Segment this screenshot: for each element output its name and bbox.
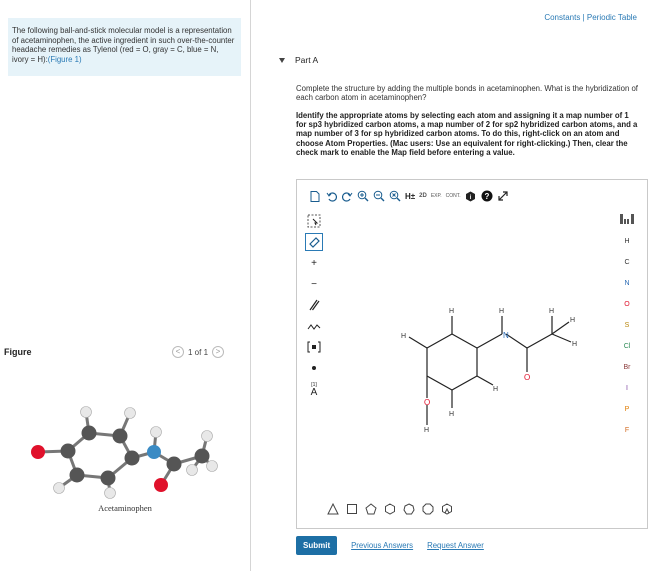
- ball-and-stick-model: [31, 406, 218, 499]
- right-panel: Constants | Periodic Table Part A Comple…: [251, 0, 651, 571]
- zoom-in-icon[interactable]: [357, 190, 369, 202]
- 2d-button[interactable]: 2D: [419, 190, 427, 202]
- next-figure-button[interactable]: >: [212, 346, 225, 358]
- zoom-out-icon[interactable]: [373, 190, 385, 202]
- atom-h-ring-top[interactable]: H: [449, 308, 454, 315]
- part-header[interactable]: Part A: [279, 55, 318, 65]
- template-tool-icon[interactable]: [306, 339, 322, 355]
- figure-caption: Acetaminophen: [98, 503, 152, 513]
- atom-h-methyl-2[interactable]: H: [570, 317, 575, 324]
- cont-button[interactable]: CONT.: [446, 190, 461, 202]
- figure-link[interactable]: (Figure 1): [48, 55, 82, 64]
- info-icon[interactable]: i: [465, 190, 477, 202]
- question-text: Complete the structure by adding the mul…: [296, 84, 638, 102]
- submit-button[interactable]: Submit: [296, 536, 338, 555]
- eraser-tool-icon[interactable]: [305, 233, 323, 251]
- dot-tool-icon[interactable]: [306, 360, 322, 376]
- atom-n[interactable]: N: [503, 331, 509, 340]
- atom-label: A: [310, 387, 318, 398]
- previous-answers-link[interactable]: Previous Answers: [351, 541, 413, 550]
- atom-o-carbonyl[interactable]: O: [524, 373, 530, 382]
- atom-o-hydroxyl[interactable]: O: [424, 398, 430, 407]
- figure-count: 1 of 1: [188, 347, 209, 357]
- zoom-reset-icon[interactable]: [389, 190, 401, 202]
- atom-h-methyl-3[interactable]: H: [572, 341, 577, 348]
- plus-charge-tool[interactable]: +: [306, 255, 322, 271]
- intro-box: The following ball-and-stick molecular m…: [8, 18, 241, 76]
- minus-charge-tool[interactable]: −: [306, 276, 322, 292]
- figure-pager: < 1 of 1 >: [172, 346, 225, 358]
- 2d-label: 2D: [419, 193, 427, 199]
- benzene-template-icon[interactable]: [441, 503, 453, 515]
- left-panel: The following ball-and-stick molecular m…: [0, 0, 250, 571]
- redo-icon[interactable]: [341, 190, 353, 202]
- atom-h-ring-bottom[interactable]: H: [449, 411, 454, 418]
- atom-h-ring-left[interactable]: H: [401, 333, 406, 340]
- help-icon[interactable]: ?: [481, 190, 493, 202]
- link-separator: |: [582, 13, 585, 22]
- pentagon-template-icon[interactable]: [365, 503, 377, 515]
- atom-h-methyl-1[interactable]: H: [549, 308, 554, 315]
- select-tool-icon[interactable]: [306, 213, 322, 229]
- expand-icon[interactable]: [497, 190, 509, 202]
- hexagon-template-icon[interactable]: [384, 503, 396, 515]
- collapse-caret-icon[interactable]: [279, 57, 285, 63]
- new-icon[interactable]: [309, 190, 321, 202]
- periodic-table-link[interactable]: Periodic Table: [587, 13, 637, 22]
- triangle-template-icon[interactable]: [327, 503, 339, 515]
- svg-text:?: ?: [484, 192, 489, 201]
- intro-text: The following ball-and-stick molecular m…: [12, 26, 235, 64]
- figure-label: Figure: [4, 347, 32, 357]
- heptagon-template-icon[interactable]: [403, 503, 415, 515]
- actions-bar: Submit Previous Answers Request Answer: [296, 536, 484, 555]
- exp-button[interactable]: EXP.: [431, 190, 442, 202]
- octagon-template-icon[interactable]: [422, 503, 434, 515]
- atom-h-nh[interactable]: H: [499, 308, 504, 315]
- top-links: Constants | Periodic Table: [544, 13, 637, 22]
- chain-tool-icon[interactable]: [306, 318, 322, 334]
- part-title: Part A: [295, 55, 319, 65]
- atom-map-tool[interactable]: [1] A: [306, 381, 322, 398]
- molecule-editor[interactable]: H± 2D EXP. CONT. i ? + − [1] A H C N O S…: [296, 179, 648, 529]
- side-toolbar: + − [1] A: [305, 213, 323, 402]
- undo-icon[interactable]: [325, 190, 337, 202]
- request-answer-link[interactable]: Request Answer: [427, 541, 484, 550]
- prev-figure-button[interactable]: <: [172, 346, 184, 358]
- instructions-text: Identify the appropriate atoms by select…: [296, 111, 638, 157]
- editor-toolbar: H± 2D EXP. CONT. i ?: [309, 188, 509, 204]
- ring-templates: [327, 503, 453, 515]
- square-template-icon[interactable]: [346, 503, 358, 515]
- atom-h-hydroxyl[interactable]: H: [424, 427, 429, 434]
- constants-link[interactable]: Constants: [544, 13, 580, 22]
- bond-tool-icon[interactable]: [306, 297, 322, 313]
- drawing-canvas[interactable]: H H N O H H H H H O H H: [327, 210, 627, 510]
- atom-h-ring-right[interactable]: H: [493, 386, 498, 393]
- h-plus-button[interactable]: H±: [405, 190, 415, 202]
